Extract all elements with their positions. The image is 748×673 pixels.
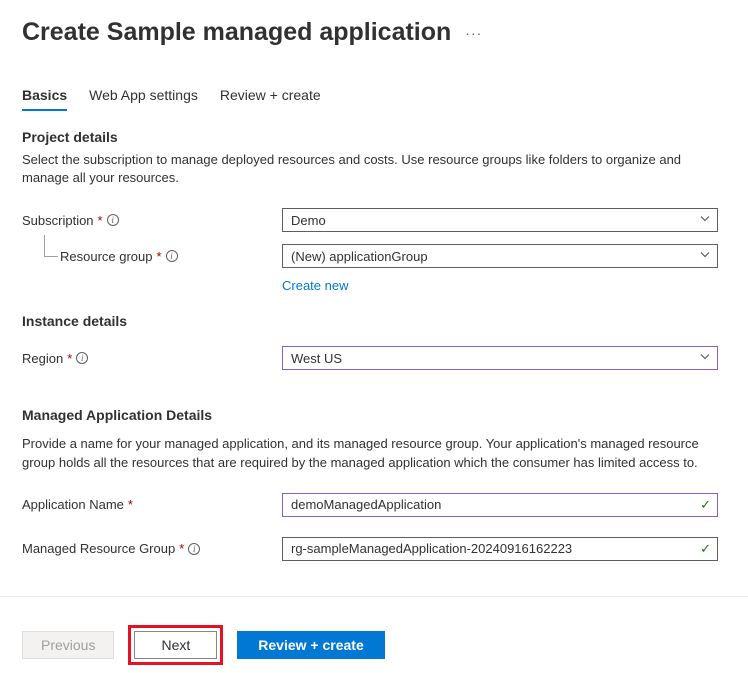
required-mark: * bbox=[67, 351, 72, 366]
label-app-name: Application Name * bbox=[22, 497, 282, 512]
row-subscription: Subscription * i Demo bbox=[22, 205, 726, 235]
select-region-value: West US bbox=[291, 351, 342, 366]
section-instance-title: Instance details bbox=[22, 313, 726, 329]
more-actions-icon[interactable]: ··· bbox=[465, 25, 482, 41]
tree-connector bbox=[44, 235, 58, 257]
required-mark: * bbox=[179, 541, 184, 556]
select-subscription[interactable]: Demo bbox=[282, 208, 718, 232]
highlight-next: Next bbox=[128, 625, 223, 665]
select-region[interactable]: West US bbox=[282, 346, 718, 370]
tab-basics[interactable]: Basics bbox=[22, 87, 67, 111]
section-project-title: Project details bbox=[22, 129, 726, 145]
input-app-name-wrapper: ✓ bbox=[282, 493, 718, 517]
chevron-down-icon bbox=[699, 249, 711, 264]
section-project-desc: Select the subscription to manage deploy… bbox=[22, 151, 722, 187]
required-mark: * bbox=[128, 497, 133, 512]
content-area: Project details Select the subscription … bbox=[0, 111, 748, 564]
row-resource-group: Resource group * i (New) applicationGrou… bbox=[22, 241, 726, 271]
label-region: Region * i bbox=[22, 351, 282, 366]
info-icon[interactable]: i bbox=[166, 250, 178, 262]
input-app-name[interactable] bbox=[291, 494, 691, 516]
label-subscription: Subscription * i bbox=[22, 213, 282, 228]
checkmark-icon: ✓ bbox=[700, 541, 711, 557]
label-app-name-text: Application Name bbox=[22, 497, 124, 512]
label-resource-group-text: Resource group bbox=[60, 249, 153, 264]
chevron-down-icon bbox=[699, 213, 711, 228]
review-create-button[interactable]: Review + create bbox=[237, 631, 384, 659]
tab-web-app-settings[interactable]: Web App settings bbox=[89, 87, 198, 111]
row-mrg: Managed Resource Group * i ✓ bbox=[22, 534, 726, 564]
label-region-text: Region bbox=[22, 351, 63, 366]
input-mrg-wrapper: ✓ bbox=[282, 537, 718, 561]
checkmark-icon: ✓ bbox=[700, 497, 711, 513]
info-icon[interactable]: i bbox=[76, 352, 88, 364]
label-mrg: Managed Resource Group * i bbox=[22, 541, 282, 556]
row-region: Region * i West US bbox=[22, 343, 726, 373]
wizard-footer: Previous Next Review + create bbox=[0, 597, 748, 665]
section-managed-desc: Provide a name for your managed applicat… bbox=[22, 435, 722, 471]
row-app-name: Application Name * ✓ bbox=[22, 490, 726, 520]
wizard-tabs: Basics Web App settings Review + create bbox=[0, 47, 748, 111]
page-title: Create Sample managed application bbox=[22, 18, 451, 47]
select-subscription-value: Demo bbox=[291, 213, 326, 228]
required-mark: * bbox=[98, 213, 103, 228]
info-icon[interactable]: i bbox=[107, 214, 119, 226]
next-button[interactable]: Next bbox=[134, 631, 217, 659]
create-new-link-row: Create new bbox=[22, 277, 726, 295]
previous-button: Previous bbox=[22, 631, 114, 659]
section-managed-title: Managed Application Details bbox=[22, 407, 726, 423]
page-header: Create Sample managed application ··· bbox=[0, 0, 748, 47]
label-mrg-text: Managed Resource Group bbox=[22, 541, 175, 556]
input-mrg[interactable] bbox=[291, 538, 691, 560]
label-subscription-text: Subscription bbox=[22, 213, 94, 228]
required-mark: * bbox=[157, 249, 162, 264]
tab-review-create[interactable]: Review + create bbox=[220, 87, 321, 111]
select-resource-group[interactable]: (New) applicationGroup bbox=[282, 244, 718, 268]
create-new-link[interactable]: Create new bbox=[282, 278, 348, 293]
label-resource-group: Resource group * i bbox=[60, 249, 282, 264]
select-resource-group-value: (New) applicationGroup bbox=[291, 249, 428, 264]
info-icon[interactable]: i bbox=[188, 543, 200, 555]
chevron-down-icon bbox=[699, 351, 711, 366]
